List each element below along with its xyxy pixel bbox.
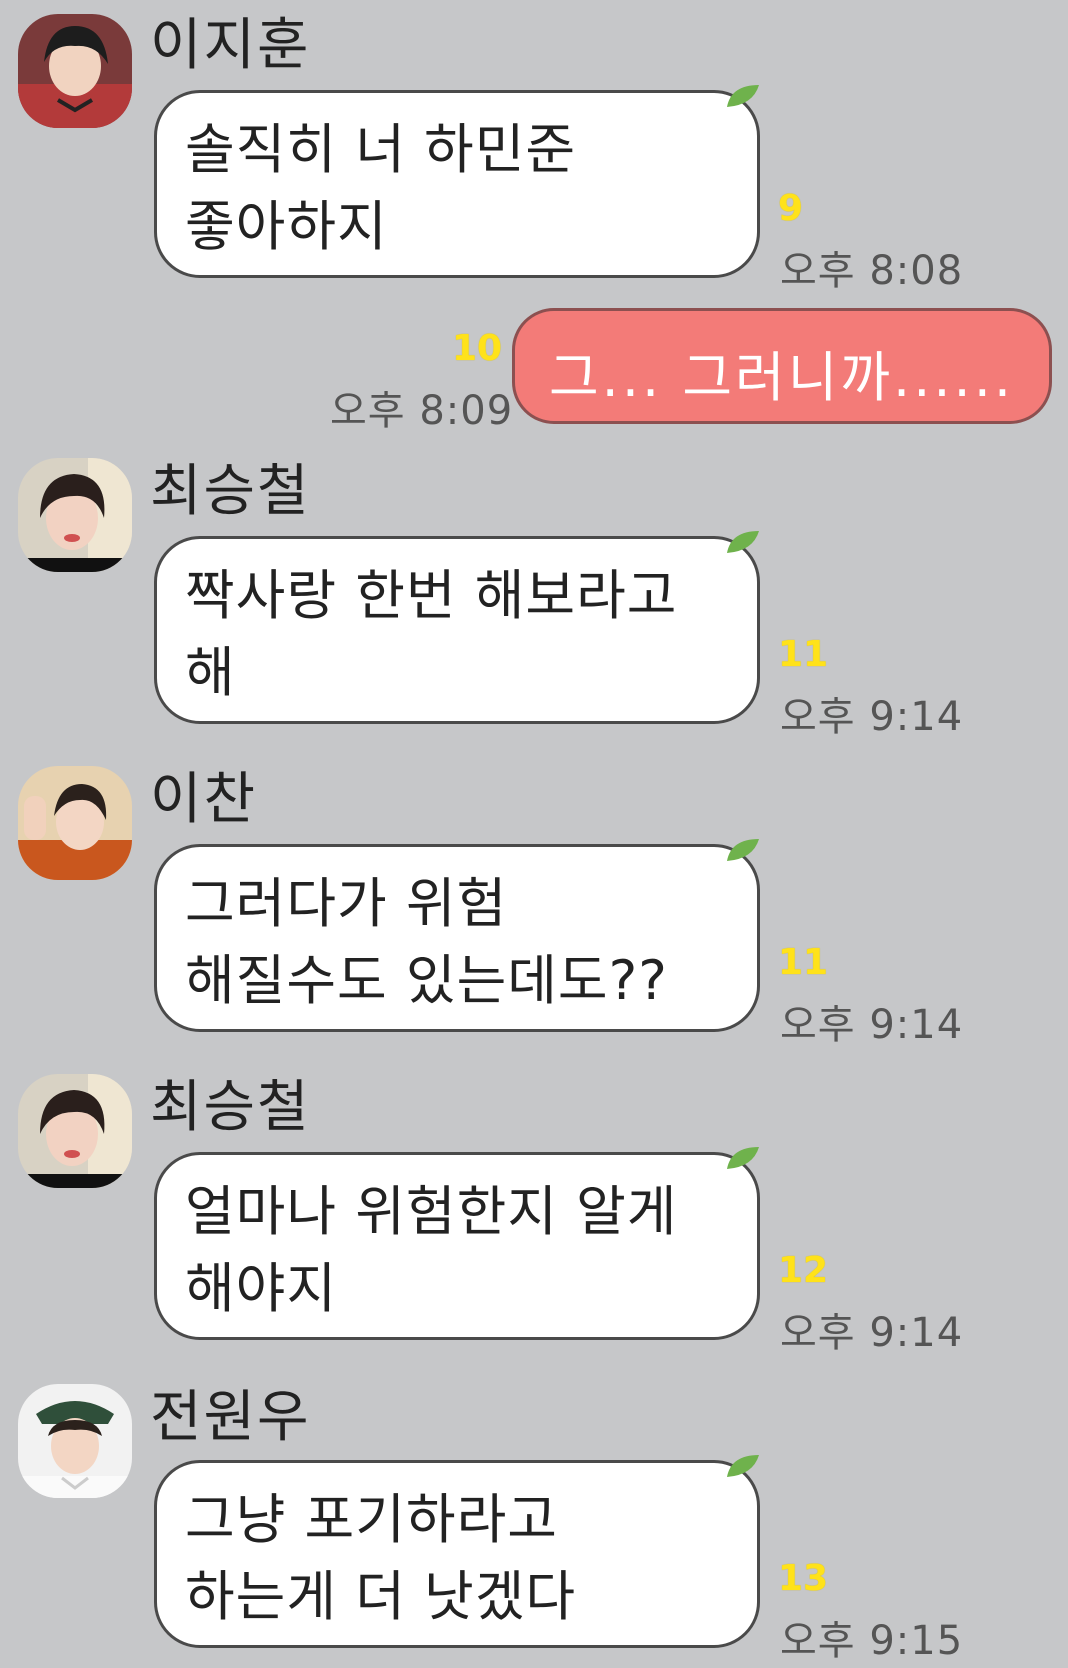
profile-photo-icon xyxy=(18,14,132,128)
leaf-icon xyxy=(727,1455,759,1477)
leaf-icon xyxy=(727,531,759,553)
leaf-icon xyxy=(727,839,759,861)
leaf-icon xyxy=(727,1147,759,1169)
sender-name: 전원우 xyxy=(150,1385,311,1450)
message-time: 오후 9:14 xyxy=(780,1310,964,1356)
profile-photo-icon xyxy=(18,1384,132,1498)
message-text: 짝사랑 한번 해보라고 해 xyxy=(185,557,733,711)
message-line: 그냥 포기하라고 xyxy=(185,1488,558,1551)
leaf-icon xyxy=(727,85,759,107)
message-line: 얼마나 위험한지 알게 xyxy=(185,1180,678,1243)
message-bubble[interactable]: 짝사랑 한번 해보라고 해 xyxy=(154,531,760,724)
message-time: 오후 9:15 xyxy=(780,1618,964,1664)
unread-count: 12 xyxy=(778,1250,829,1291)
avatar[interactable] xyxy=(18,766,132,880)
avatar[interactable] xyxy=(18,1074,132,1188)
message-line: 해질수도 있는데도?? xyxy=(185,949,668,1012)
message-text: 솔직히 너 하민준 좋아하지 xyxy=(185,111,733,265)
message-time: 오후 9:14 xyxy=(780,694,964,740)
avatar[interactable] xyxy=(18,1384,132,1498)
unread-count: 11 xyxy=(778,634,829,675)
message-text: 그냥 포기하라고 하는게 더 낫겠다 xyxy=(185,1481,733,1635)
message-text: 얼마나 위험한지 알게 해야지 xyxy=(185,1173,733,1327)
message-bubble[interactable]: 그냥 포기하라고 하는게 더 낫겠다 xyxy=(154,1455,760,1648)
message-bubble-outgoing[interactable]: 그... 그러니까...... xyxy=(512,308,1052,424)
message-text: 그... 그러니까...... xyxy=(549,346,1015,409)
message-time: 오후 9:14 xyxy=(780,1002,964,1048)
unread-count: 13 xyxy=(778,1558,829,1599)
message-line: 짝사랑 한번 해보라고 xyxy=(185,564,678,627)
message-bubble[interactable]: 그러다가 위험 해질수도 있는데도?? xyxy=(154,839,760,1032)
message-line: 해야지 xyxy=(185,1257,338,1320)
message-bubble[interactable]: 솔직히 너 하민준 좋아하지 xyxy=(154,85,760,278)
unread-count: 11 xyxy=(778,942,829,983)
unread-count: 10 xyxy=(452,328,503,369)
sender-name: 최승철 xyxy=(150,459,311,524)
avatar[interactable] xyxy=(18,458,132,572)
avatar[interactable] xyxy=(18,14,132,128)
profile-photo-icon xyxy=(18,1074,132,1188)
message-time: 오후 8:09 xyxy=(330,388,514,434)
message-bubble[interactable]: 얼마나 위험한지 알게 해야지 xyxy=(154,1147,760,1340)
profile-photo-icon xyxy=(18,766,132,880)
message-line: 하는게 더 낫겠다 xyxy=(185,1565,577,1628)
message-line: 좋아하지 xyxy=(185,195,388,258)
profile-photo-icon xyxy=(18,458,132,572)
message-line: 솔직히 너 하민준 xyxy=(185,118,577,181)
unread-count: 9 xyxy=(778,188,804,229)
sender-name: 최승철 xyxy=(150,1075,311,1140)
message-text: 그러다가 위험 해질수도 있는데도?? xyxy=(185,865,733,1019)
message-line: 해 xyxy=(185,641,236,704)
message-line: 그러다가 위험 xyxy=(185,872,508,935)
sender-name: 이지훈 xyxy=(150,13,311,78)
message-time: 오후 8:08 xyxy=(780,248,964,294)
sender-name: 이찬 xyxy=(150,767,258,832)
